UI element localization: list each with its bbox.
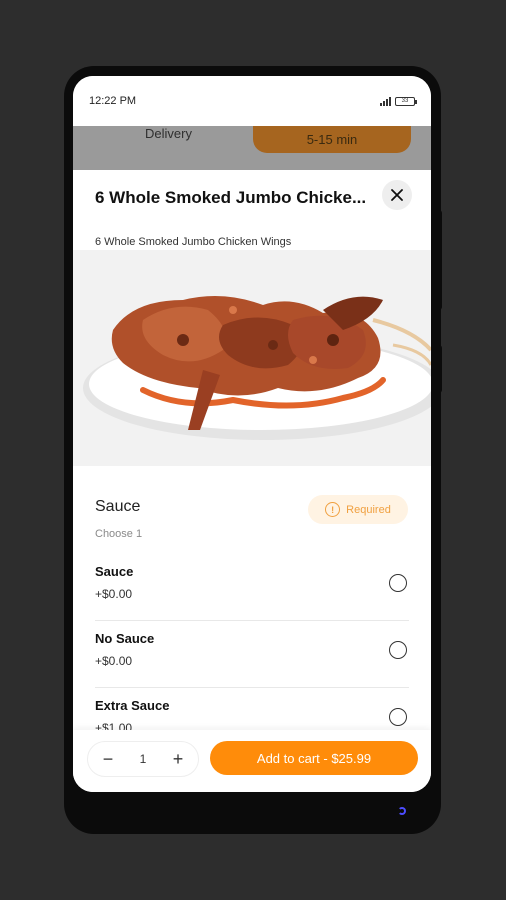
signal-icon — [380, 96, 391, 106]
dimmed-background-overlay[interactable]: Delivery 5-15 min — [73, 126, 431, 170]
option-radio[interactable] — [389, 641, 407, 659]
status-time: 12:22 PM — [89, 95, 137, 107]
cart-bar: − 1 + Add to cart - $25.99 — [73, 730, 431, 792]
close-icon — [391, 189, 403, 201]
option-row-sauce[interactable]: Sauce +$0.00 — [95, 554, 409, 621]
modifier-group-title: Sauce — [95, 498, 141, 515]
option-name: Extra Sauce — [95, 698, 170, 713]
item-photo — [73, 250, 431, 466]
quantity-stepper: − 1 + — [87, 741, 199, 777]
screen: 12:22 PM 33 Delivery 5-15 min 6 Whole Sm… — [73, 76, 431, 792]
assistant-indicator-icon — [398, 807, 406, 815]
quantity-value: 1 — [139, 752, 147, 766]
close-button[interactable] — [382, 180, 412, 210]
option-radio[interactable] — [389, 708, 407, 726]
plus-icon[interactable]: + — [170, 750, 186, 768]
status-bar: 12:22 PM 33 — [73, 76, 431, 126]
alert-icon: ! — [325, 502, 341, 517]
required-label: Required — [346, 503, 391, 516]
option-price: +$0.00 — [95, 587, 133, 601]
delivery-tab: Delivery — [145, 126, 192, 141]
option-price: +$0.00 — [95, 654, 133, 668]
option-row-no-sauce[interactable]: No Sauce +$0.00 — [95, 621, 409, 688]
battery-level: 33 — [401, 98, 409, 104]
battery-icon: 33 — [395, 96, 417, 106]
delivery-time-pill: 5-15 min — [253, 126, 411, 153]
modifier-group-subtitle: Choose 1 — [95, 528, 143, 540]
option-name: No Sauce — [95, 631, 155, 646]
add-to-cart-label: Add to cart - $25.99 — [256, 750, 372, 766]
option-radio[interactable] — [389, 574, 407, 592]
power-button — [436, 345, 442, 393]
item-title: 6 Whole Smoked Jumbo Chicke... — [95, 188, 367, 207]
delivery-time-label: 5-15 min — [306, 132, 358, 147]
minus-icon[interactable]: − — [100, 750, 116, 768]
add-to-cart-button[interactable]: Add to cart - $25.99 — [210, 741, 418, 775]
required-badge: ! Required — [308, 495, 408, 524]
item-detail-sheet: 6 Whole Smoked Jumbo Chicke... 6 Whole S… — [73, 170, 431, 792]
option-name: Sauce — [95, 564, 134, 579]
item-description: 6 Whole Smoked Jumbo Chicken Wings — [95, 236, 292, 248]
volume-button — [436, 210, 442, 310]
status-icons: 33 — [380, 96, 417, 106]
